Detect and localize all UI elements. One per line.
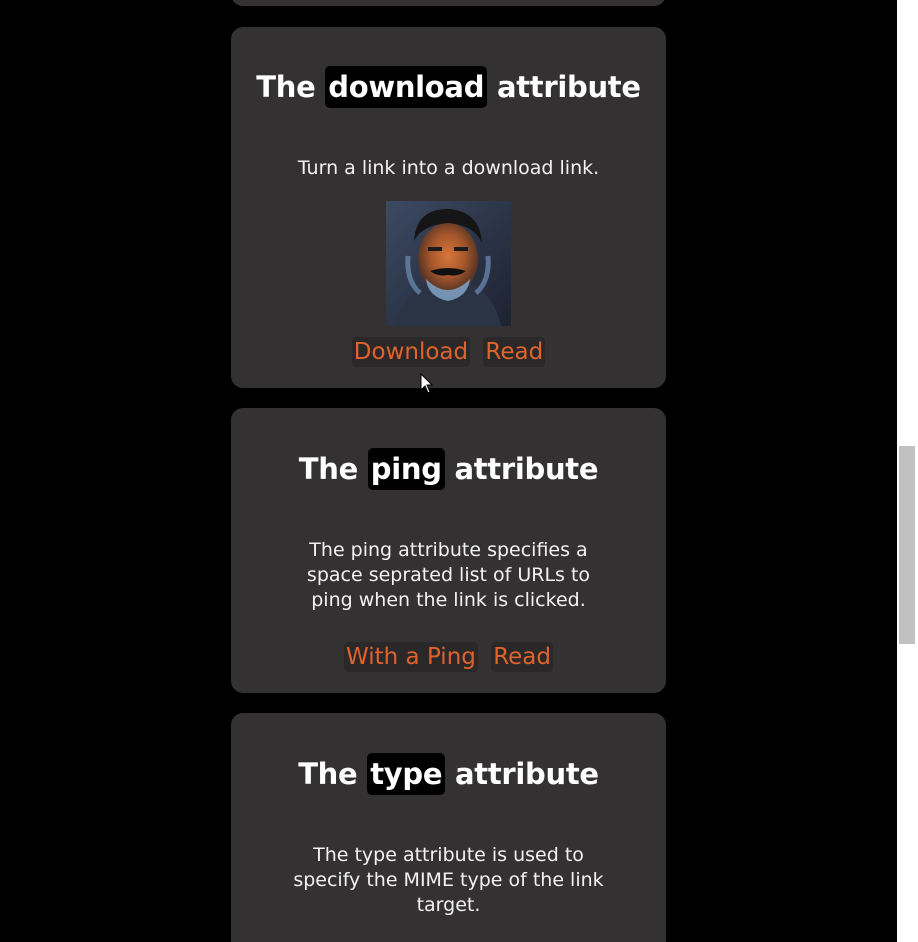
mouse-pointer-icon [420, 372, 434, 395]
vertical-scrollbar[interactable] [897, 0, 918, 942]
download-link[interactable]: Download [351, 337, 471, 367]
card-links: Download Read [231, 337, 666, 367]
card-download-attribute: The download attribute Turn a link into … [231, 27, 666, 388]
title-prefix: The [298, 452, 359, 486]
code-keyword: download [325, 66, 488, 108]
card-title: The type attribute [231, 752, 666, 796]
title-suffix: attribute [454, 452, 599, 486]
title-suffix: attribute [496, 70, 641, 104]
portrait-image [386, 201, 511, 326]
card-title: The ping attribute [231, 447, 666, 491]
card-links: With a Ping Read [231, 642, 666, 672]
title-prefix: The [298, 757, 358, 791]
previous-card-bottom [231, 0, 666, 6]
read-link[interactable]: Read [491, 642, 553, 672]
card-description: The type attribute is used to specify th… [293, 844, 604, 916]
card-description: Turn a link into a download link. [297, 157, 600, 179]
ping-link[interactable]: With a Ping [344, 642, 478, 672]
read-link[interactable]: Read [483, 337, 546, 367]
card-title: The download attribute [231, 65, 666, 109]
page-viewport: The download attribute Turn a link into … [0, 0, 918, 942]
code-keyword: ping [367, 448, 445, 490]
title-prefix: The [256, 70, 316, 104]
card-type-attribute: The type attribute The type attribute is… [231, 713, 666, 942]
scrollbar-thumb[interactable] [899, 446, 915, 644]
title-suffix: attribute [455, 757, 599, 791]
code-keyword: type [367, 753, 446, 795]
card-description: The ping attribute specifies a space sep… [306, 539, 591, 611]
card-ping-attribute: The ping attribute The ping attribute sp… [231, 408, 666, 693]
